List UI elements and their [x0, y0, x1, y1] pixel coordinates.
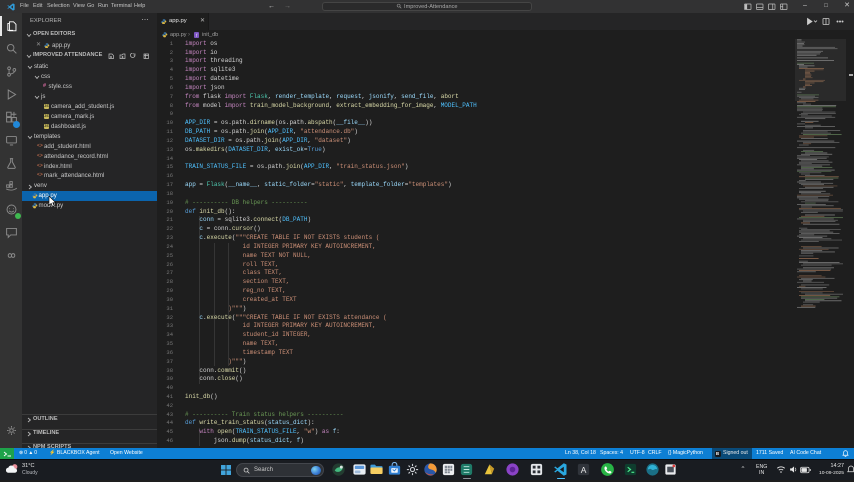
svg-text:A: A: [581, 465, 587, 475]
